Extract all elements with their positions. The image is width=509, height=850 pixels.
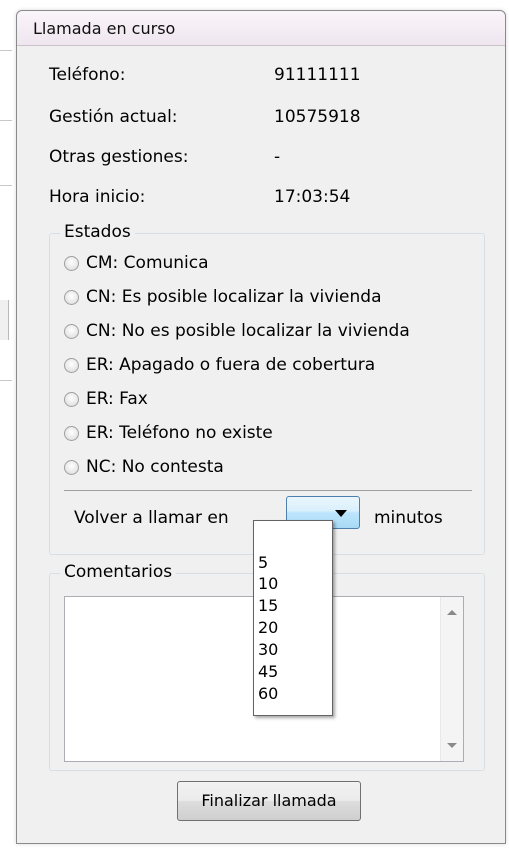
chevron-down-icon[interactable] xyxy=(335,510,347,517)
call-in-progress-dialog: Llamada en curso Teléfono: 91111111 Gest… xyxy=(16,10,506,844)
background-window-edge xyxy=(0,380,12,381)
separator xyxy=(64,490,472,491)
dropdown-option[interactable]: 10 xyxy=(258,575,278,593)
background-window-edge xyxy=(0,50,12,51)
estado-option-cn-es-posible[interactable]: CN: Es posible localizar la vivienda xyxy=(64,284,382,310)
comentarios-legend: Comentarios xyxy=(60,562,177,582)
otras-gestiones-value: - xyxy=(274,147,281,167)
background-window-edge xyxy=(0,120,12,121)
radio-button[interactable] xyxy=(64,391,79,407)
estado-option-er-telefono-no-existe[interactable]: ER: Teléfono no existe xyxy=(64,420,273,446)
estado-option-cm-comunica[interactable]: CM: Comunica xyxy=(64,250,209,276)
scroll-down-arrow-icon[interactable] xyxy=(447,743,457,748)
vertical-scrollbar[interactable] xyxy=(440,597,463,761)
scroll-up-arrow-icon[interactable] xyxy=(447,610,457,615)
hora-inicio-label: Hora inicio: xyxy=(49,187,146,207)
gestion-actual-label: Gestión actual: xyxy=(49,107,178,127)
minutos-label: minutos xyxy=(374,508,443,528)
radio-button[interactable] xyxy=(64,323,79,339)
estado-option-label: ER: Teléfono no existe xyxy=(86,423,273,443)
dropdown-option[interactable]: 60 xyxy=(258,685,278,703)
dropdown-option[interactable]: 5 xyxy=(258,554,268,572)
radio-button[interactable] xyxy=(64,255,79,271)
estado-option-er-apagado[interactable]: ER: Apagado o fuera de cobertura xyxy=(64,352,375,378)
estado-option-nc-no-contesta[interactable]: NC: No contesta xyxy=(64,454,224,480)
estado-option-label: ER: Fax xyxy=(86,389,148,409)
gestion-actual-value: 10575918 xyxy=(274,107,361,127)
title-bar[interactable]: Llamada en curso xyxy=(17,11,505,46)
dropdown-option[interactable]: 45 xyxy=(258,663,278,681)
estados-group: Estados CM: Comunica CN: Es posible loca… xyxy=(49,222,485,555)
dropdown-option[interactable]: 20 xyxy=(258,619,278,637)
estado-option-cn-no-es-posible[interactable]: CN: No es posible localizar la vivienda xyxy=(64,318,410,344)
telefono-label: Teléfono: xyxy=(49,65,126,85)
telefono-value: 91111111 xyxy=(274,65,361,85)
background-window-edge xyxy=(0,185,12,186)
estados-legend: Estados xyxy=(60,222,135,242)
estado-option-label: CN: Es posible localizar la vivienda xyxy=(86,287,382,307)
radio-button[interactable] xyxy=(64,425,79,441)
radio-button[interactable] xyxy=(64,357,79,373)
otras-gestiones-label: Otras gestiones: xyxy=(49,147,189,167)
volver-a-llamar-label: Volver a llamar en xyxy=(74,508,229,528)
estado-option-label: CM: Comunica xyxy=(86,253,209,273)
estado-option-label: ER: Apagado o fuera de cobertura xyxy=(86,355,376,375)
estado-option-label: NC: No contesta xyxy=(86,457,224,477)
rellamada-minutes-dropdown-list: 5 10 15 20 30 45 60 xyxy=(253,520,333,716)
hora-inicio-value: 17:03:54 xyxy=(274,187,351,207)
window-title: Llamada en curso xyxy=(33,19,176,38)
estado-option-label: CN: No es posible localizar la vivienda xyxy=(86,321,410,341)
dropdown-option[interactable]: 15 xyxy=(258,597,278,615)
dropdown-option[interactable]: 30 xyxy=(258,641,278,659)
radio-button[interactable] xyxy=(64,289,79,305)
background-window-fragment xyxy=(0,300,9,340)
estado-option-er-fax[interactable]: ER: Fax xyxy=(64,386,148,412)
finalizar-llamada-button[interactable]: Finalizar llamada xyxy=(177,781,361,821)
radio-button[interactable] xyxy=(64,459,79,475)
